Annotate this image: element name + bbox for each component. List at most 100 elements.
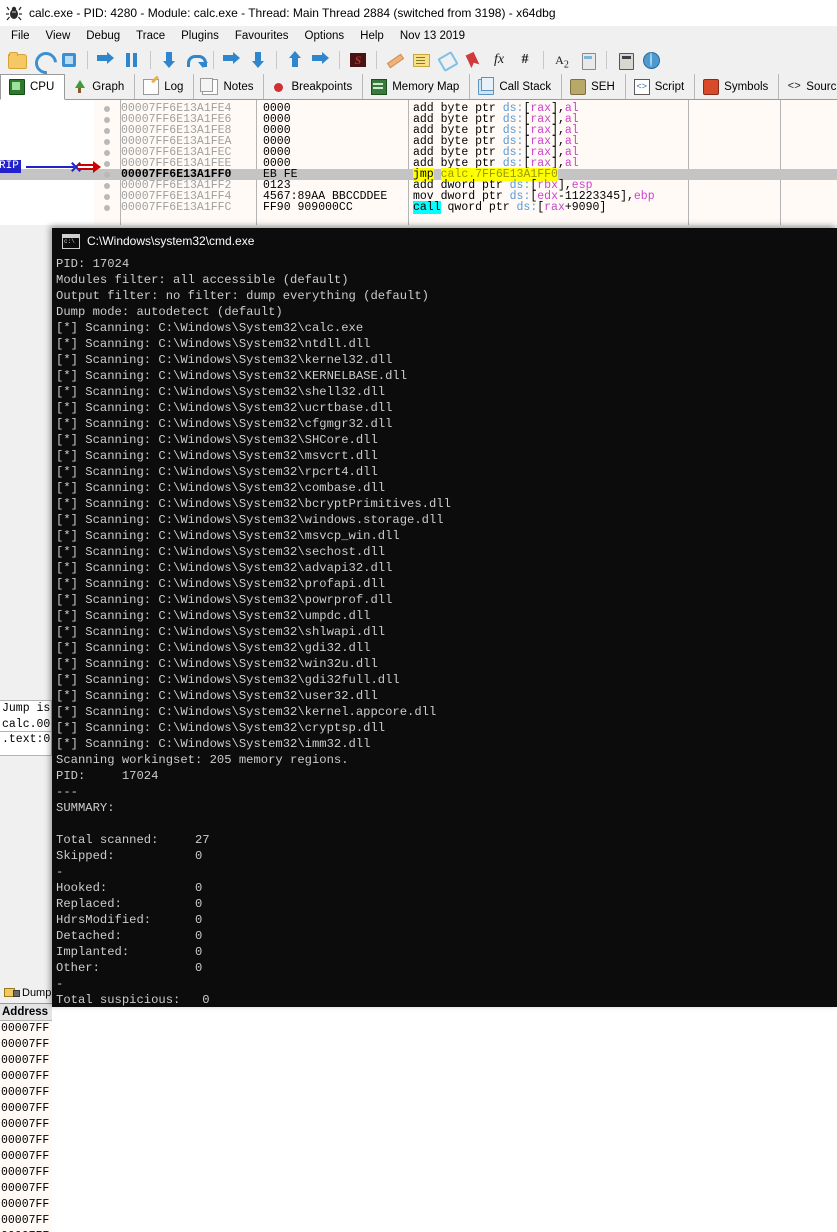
step-over-icon[interactable]	[185, 50, 208, 70]
tab-label: Sourc	[806, 80, 837, 93]
dump-address-row[interactable]: 00007FF	[0, 1037, 52, 1053]
hash-icon[interactable]: #	[515, 50, 535, 70]
step-into-icon[interactable]	[159, 50, 179, 70]
menu-file[interactable]: File	[3, 28, 38, 44]
tab-log[interactable]: Log	[135, 74, 195, 99]
dump-address-row[interactable]: 00007FF	[0, 1165, 52, 1181]
breakpoint-dot-icon[interactable]	[104, 172, 110, 178]
tab-dump[interactable]: Dump	[0, 982, 52, 1004]
breakpoint-dot-icon[interactable]	[104, 128, 110, 134]
attach-icon[interactable]	[311, 50, 331, 70]
execute-till-return-icon[interactable]	[222, 50, 242, 70]
menu-help[interactable]: Help	[352, 28, 392, 44]
dump-address-list[interactable]: 00007FF 00007FF 00007FF 00007FF 00007FF 00007…	[0, 1021, 52, 1232]
tab-graph[interactable]: Graph	[65, 74, 136, 99]
bookmark-icon[interactable]	[463, 50, 483, 70]
dump-address-row[interactable]: 00007FF	[0, 1197, 52, 1213]
font-icon[interactable]: A2	[552, 50, 572, 70]
menu-favourites[interactable]: Favourites	[227, 28, 297, 44]
tab-script[interactable]: <> Script	[625, 74, 696, 99]
dump-address-row[interactable]: 00007FF	[0, 1181, 52, 1197]
script-dollar-icon[interactable]: S	[348, 50, 368, 70]
disassembly-panel[interactable]: 00007FF6E13A1FE4 0000 add byte ptr ds:[rax…	[0, 100, 837, 225]
label-icon[interactable]	[437, 50, 459, 72]
tab-notes[interactable]: Notes	[194, 74, 265, 99]
window-title: calc.exe - PID: 4280 - Module: calc.exe …	[29, 6, 556, 20]
memory-icon[interactable]	[578, 50, 598, 70]
tab-label: Symbols	[724, 80, 769, 93]
console-line: [*] Scanning: C:\Windows\System32\calc.e…	[56, 321, 364, 335]
run-icon[interactable]	[96, 50, 116, 70]
comment-icon[interactable]	[411, 50, 431, 70]
console-line: [*] Scanning: C:\Windows\System32\msvcp_…	[56, 529, 400, 543]
console-line: [*] Scanning: C:\Windows\System32\gdi32.…	[56, 641, 371, 655]
trace-into-icon[interactable]	[248, 50, 268, 70]
breakpoint-dot-icon[interactable]	[104, 139, 110, 145]
dump-address-row[interactable]: 00007FF	[0, 1085, 52, 1101]
console-title: C:\Windows\system32\cmd.exe	[87, 234, 255, 248]
tab-breakpoints[interactable]: Breakpoints	[264, 74, 364, 99]
tab-memory-map[interactable]: Memory Map	[363, 74, 471, 99]
console-line: [*] Scanning: C:\Windows\System32\SHCore…	[56, 433, 378, 447]
restart-icon[interactable]	[30, 47, 62, 79]
breakpoint-dot-icon[interactable]	[104, 205, 110, 211]
build-date-label: Nov 13 2019	[399, 30, 466, 42]
row-instruction: call qword ptr ds:[rax+9090]	[413, 201, 607, 214]
row-mnemonic: call	[413, 201, 441, 214]
tab-cpu[interactable]: CPU	[0, 74, 66, 100]
pause-icon[interactable]	[122, 50, 142, 70]
dump-address-row[interactable]: 00007FF	[0, 1149, 52, 1165]
open-icon[interactable]	[7, 50, 27, 70]
function-icon[interactable]: fx	[489, 50, 509, 70]
dump-address-row[interactable]: 00007FF	[0, 1021, 52, 1037]
section-info-line: .text:0	[2, 733, 51, 746]
menu-view[interactable]: View	[38, 28, 79, 44]
console-line: Implanted: 0	[56, 945, 203, 959]
console-line: Skipped: 0	[56, 849, 203, 863]
dump-address-row[interactable]: 00007FF	[0, 1053, 52, 1069]
cpu-icon	[9, 79, 25, 95]
menu-options[interactable]: Options	[297, 28, 353, 44]
cmd-console-window[interactable]: C:\Windows\system32\cmd.exe PID: 17024 Mo…	[52, 228, 837, 1007]
tab-label: Breakpoints	[291, 80, 353, 93]
menu-plugins[interactable]: Plugins	[173, 28, 227, 44]
menu-trace[interactable]: Trace	[128, 28, 173, 44]
breakpoint-dot-icon[interactable]	[104, 161, 110, 167]
tab-symbols[interactable]: Symbols	[695, 74, 780, 99]
close-icon[interactable]	[59, 50, 79, 70]
dump-address-row[interactable]: 00007FF	[0, 1101, 52, 1117]
disassembly-row[interactable]: 00007FF6E13A1FFC FF90 909000CC call qword …	[0, 201, 837, 214]
console-line: [*] Scanning: C:\Windows\System32\cfgmgr…	[56, 417, 393, 431]
breakpoint-dot-icon[interactable]	[104, 106, 110, 112]
breakpoint-dot-icon[interactable]	[104, 194, 110, 200]
breakpoint-dot-icon[interactable]	[104, 117, 110, 123]
tab-label: Dump	[22, 986, 52, 999]
patch-icon[interactable]	[385, 50, 405, 70]
tab-label: Script	[654, 80, 685, 93]
breakpoint-dot-icon[interactable]	[104, 183, 110, 189]
console-output[interactable]: PID: 17024 Modules filter: all accessible…	[56, 256, 837, 1007]
console-line: Modules filter: all accessible (default)	[56, 273, 349, 287]
tab-seh[interactable]: SEH	[562, 74, 626, 99]
trace-over-icon[interactable]	[285, 50, 305, 70]
console-line: [*] Scanning: C:\Windows\System32\profap…	[56, 577, 386, 591]
dump-address-row[interactable]: 00007FF	[0, 1133, 52, 1149]
script-icon: <>	[633, 78, 650, 95]
dump-address-row[interactable]: 00007FF	[0, 1069, 52, 1085]
tab-call-stack[interactable]: Call Stack	[470, 74, 563, 99]
breakpoint-dot-icon[interactable]	[104, 150, 110, 156]
tab-label: SEH	[591, 80, 615, 93]
calculator-icon[interactable]	[615, 50, 635, 70]
console-line: [*] Scanning: C:\Windows\System32\bcrypt…	[56, 497, 451, 511]
dump-address-row[interactable]: 00007FF	[0, 1117, 52, 1133]
menu-debug[interactable]: Debug	[78, 28, 128, 44]
register-operand: rax	[544, 201, 565, 214]
tab-source[interactable]: <> Sourc	[779, 74, 837, 99]
cmd-icon	[62, 233, 80, 249]
dump-address-row[interactable]: 00007FF	[0, 1213, 52, 1229]
notes-icon	[200, 77, 219, 95]
row-bytes: FF90 909000CC	[263, 201, 353, 214]
console-line: [*] Scanning: C:\Windows\System32\msvcrt…	[56, 449, 378, 463]
globe-icon[interactable]	[641, 50, 661, 70]
toolbar-separator	[543, 51, 544, 69]
